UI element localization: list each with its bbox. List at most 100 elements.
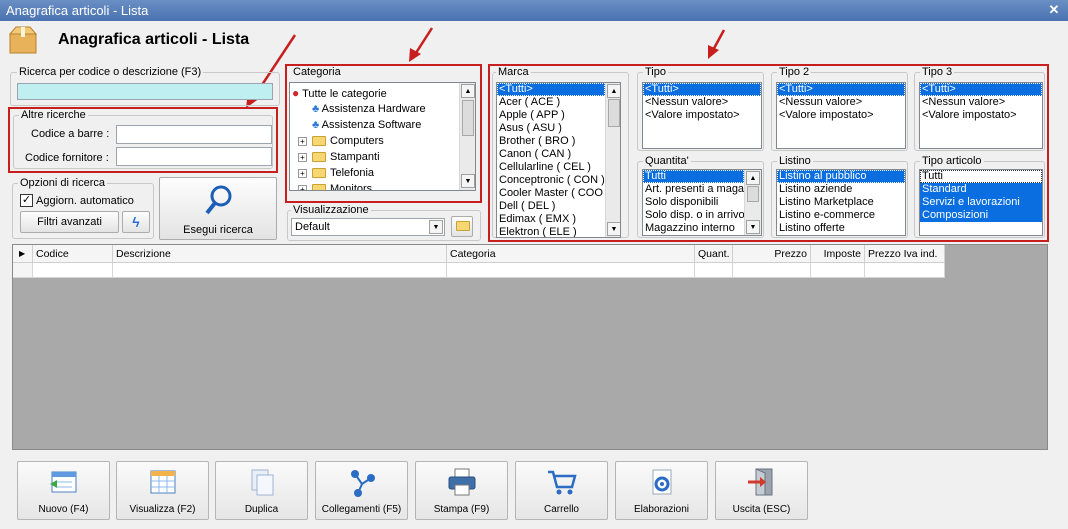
scroll-thumb[interactable] bbox=[608, 99, 620, 127]
list-item[interactable]: Asus ( ASU ) bbox=[497, 122, 620, 135]
search-input[interactable] bbox=[17, 83, 273, 100]
quantity-scrollbar[interactable]: ▲ ▼ bbox=[744, 170, 761, 235]
links-button[interactable]: Collegamenti (F5) bbox=[315, 461, 408, 520]
column-header-price-vat[interactable]: Prezzo Iva ind. bbox=[865, 245, 945, 263]
cart-button[interactable]: Carrello bbox=[515, 461, 608, 520]
barcode-label: Codice a barre : bbox=[31, 128, 110, 140]
list-item[interactable]: Listino Marketplace bbox=[777, 196, 905, 209]
list-item[interactable]: Elektron ( ELE ) bbox=[497, 226, 620, 237]
scroll-thumb[interactable] bbox=[462, 100, 474, 136]
tree-item-telephony[interactable]: + Telefonia bbox=[292, 165, 475, 181]
scroll-up-icon[interactable]: ▲ bbox=[746, 171, 760, 185]
list-item[interactable]: Cellularline ( CEL ) bbox=[497, 161, 620, 174]
duplicate-button[interactable]: Duplica bbox=[215, 461, 308, 520]
list-item[interactable]: <Valore impostato> bbox=[643, 109, 761, 122]
column-header-price[interactable]: Prezzo bbox=[733, 245, 811, 263]
column-header-code[interactable]: Codice bbox=[33, 245, 113, 263]
table-cell[interactable] bbox=[33, 263, 113, 278]
expand-icon[interactable]: + bbox=[298, 168, 307, 178]
table-cell[interactable] bbox=[447, 263, 695, 278]
column-header-description[interactable]: Descrizione bbox=[113, 245, 447, 263]
tree-item-all[interactable]: ● Tutte le categorie bbox=[292, 85, 475, 101]
expand-icon[interactable]: + bbox=[298, 152, 307, 162]
brand-list[interactable]: <Tutti> Acer ( ACE ) Apple ( APP ) Asus … bbox=[496, 82, 621, 238]
list-item[interactable]: <Valore impostato> bbox=[920, 109, 1042, 122]
processing-button[interactable]: Elaborazioni bbox=[615, 461, 708, 520]
list-item[interactable]: <Tutti> bbox=[643, 83, 761, 96]
scroll-down-icon[interactable]: ▼ bbox=[461, 174, 475, 188]
scroll-down-icon[interactable]: ▼ bbox=[746, 220, 760, 234]
list-item[interactable]: <Tutti> bbox=[497, 83, 605, 96]
tree-item-computers[interactable]: + Computers bbox=[292, 133, 475, 149]
list-item[interactable]: Tutti bbox=[643, 170, 744, 183]
list-item[interactable]: Brother ( BRO ) bbox=[497, 135, 620, 148]
supplier-code-field[interactable] bbox=[116, 147, 272, 166]
search-button[interactable]: Esegui ricerca bbox=[159, 177, 277, 240]
processing-icon bbox=[652, 469, 672, 495]
type3-list[interactable]: <Tutti> <Nessun valore> <Valore impostat… bbox=[919, 82, 1043, 149]
list-item[interactable]: <Valore impostato> bbox=[777, 109, 905, 122]
list-item[interactable]: Servizi e lavorazioni bbox=[920, 196, 1042, 209]
scroll-thumb[interactable] bbox=[747, 186, 759, 202]
column-header-taxes[interactable]: Imposte bbox=[811, 245, 865, 263]
close-icon[interactable]: ✕ bbox=[1046, 2, 1062, 18]
print-button[interactable]: Stampa (F9) bbox=[415, 461, 508, 520]
tree-item-software[interactable]: ♣ Assistenza Software bbox=[292, 117, 475, 133]
auto-update-checkbox[interactable]: ✓ bbox=[20, 194, 33, 207]
list-item[interactable]: <Tutti> bbox=[777, 83, 905, 96]
scroll-up-icon[interactable]: ▲ bbox=[461, 84, 475, 98]
new-button[interactable]: Nuovo (F4) bbox=[17, 461, 110, 520]
list-item[interactable]: Composizioni bbox=[920, 209, 1042, 222]
list-item[interactable]: <Nessun valore> bbox=[643, 96, 761, 109]
list-item[interactable]: Listino e-commerce bbox=[777, 209, 905, 222]
table-cell[interactable] bbox=[113, 263, 447, 278]
price-list-list[interactable]: Listino al pubblico Listino aziende List… bbox=[776, 169, 906, 236]
scroll-up-icon[interactable]: ▲ bbox=[607, 84, 620, 98]
advanced-filters-button[interactable]: Filtri avanzati bbox=[20, 211, 119, 233]
list-item[interactable]: Standard bbox=[920, 183, 1042, 196]
barcode-field[interactable] bbox=[116, 125, 272, 144]
type-list[interactable]: <Tutti> <Nessun valore> <Valore impostat… bbox=[642, 82, 762, 149]
list-item[interactable]: Conceptronic ( CON ) bbox=[497, 174, 620, 187]
table-cell[interactable] bbox=[695, 263, 733, 278]
table-cell[interactable] bbox=[865, 263, 945, 278]
list-item[interactable]: <Tutti> bbox=[920, 83, 1042, 96]
table-cell[interactable] bbox=[733, 263, 811, 278]
list-item[interactable]: Listino offerte bbox=[777, 222, 905, 235]
tree-item-hardware[interactable]: ♣ Assistenza Hardware bbox=[292, 101, 475, 117]
list-item[interactable]: Cooler Master ( COO ) bbox=[497, 187, 620, 200]
scroll-down-icon[interactable]: ▼ bbox=[607, 222, 620, 236]
articles-table[interactable]: ▶ Codice Descrizione Categoria Quant. Pr… bbox=[12, 244, 1048, 450]
lightning-icon[interactable]: ϟ bbox=[122, 211, 150, 233]
quantity-list[interactable]: Tutti Art. presenti a magazzino Solo dis… bbox=[642, 169, 762, 236]
exit-button[interactable]: Uscita (ESC) bbox=[715, 461, 808, 520]
list-item[interactable]: Art. presenti a magazzino bbox=[643, 183, 744, 196]
table-cell[interactable] bbox=[811, 263, 865, 278]
list-item[interactable]: Edimax ( EMX ) bbox=[497, 213, 620, 226]
table-row[interactable] bbox=[13, 263, 33, 278]
type2-list[interactable]: <Tutti> <Nessun valore> <Valore impostat… bbox=[776, 82, 906, 149]
list-item[interactable]: Listino al pubblico bbox=[777, 170, 905, 183]
list-item[interactable]: Listino aziende bbox=[777, 183, 905, 196]
article-type-list[interactable]: Tutti Standard Servizi e lavorazioni Com… bbox=[919, 169, 1043, 236]
list-item[interactable]: <Nessun valore> bbox=[777, 96, 905, 109]
list-item[interactable]: Apple ( APP ) bbox=[497, 109, 620, 122]
folder-open-icon[interactable] bbox=[451, 216, 473, 237]
expand-icon[interactable]: + bbox=[298, 184, 307, 190]
list-item[interactable]: Canon ( CAN ) bbox=[497, 148, 620, 161]
tree-item-printers[interactable]: + Stampanti bbox=[292, 149, 475, 165]
expand-icon[interactable]: + bbox=[298, 136, 307, 146]
category-scrollbar[interactable]: ▲ ▼ bbox=[459, 83, 475, 190]
list-item[interactable]: Acer ( ACE ) bbox=[497, 96, 620, 109]
view-button[interactable]: Visualizza (F2) bbox=[116, 461, 209, 520]
chevron-down-icon[interactable]: ▼ bbox=[429, 220, 443, 234]
column-header-quantity[interactable]: Quant. bbox=[695, 245, 733, 263]
view-select[interactable]: Default bbox=[291, 218, 445, 236]
column-header-category[interactable]: Categoria bbox=[447, 245, 695, 263]
brand-scrollbar[interactable]: ▲ ▼ bbox=[605, 83, 620, 237]
list-item[interactable]: Tutti bbox=[920, 170, 1042, 183]
category-tree[interactable]: ● Tutte le categorie ♣ Assistenza Hardwa… bbox=[289, 82, 476, 191]
list-item[interactable]: <Nessun valore> bbox=[920, 96, 1042, 109]
list-item[interactable]: Dell ( DEL ) bbox=[497, 200, 620, 213]
tree-item-monitors[interactable]: + Monitors bbox=[292, 181, 475, 190]
